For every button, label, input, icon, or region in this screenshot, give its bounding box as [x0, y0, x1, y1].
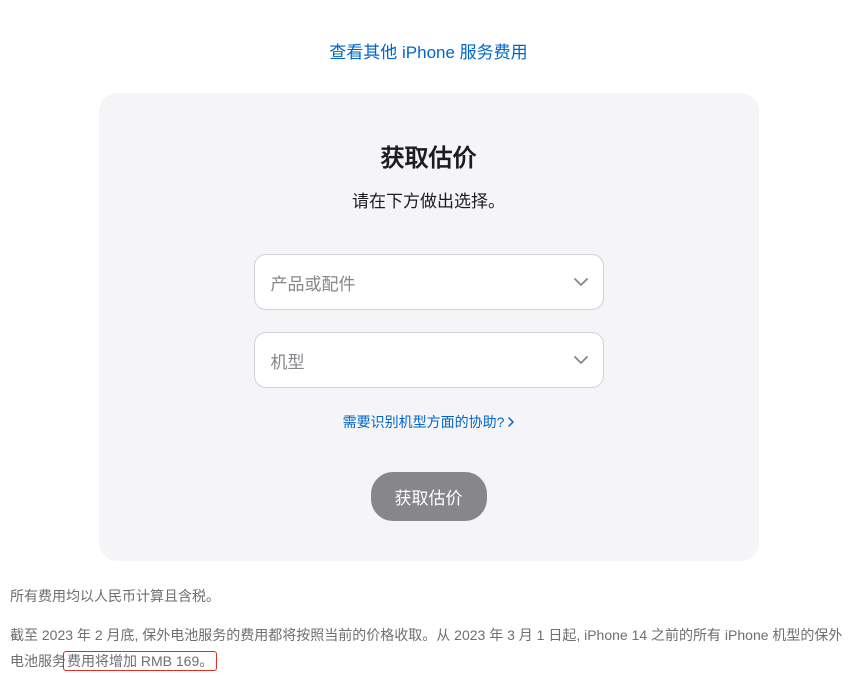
- card-title: 获取估价: [139, 138, 719, 173]
- model-select-placeholder: 机型: [271, 348, 305, 373]
- help-link-text: 需要识别机型方面的协助?: [343, 412, 505, 432]
- product-select[interactable]: 产品或配件: [254, 254, 604, 310]
- get-estimate-button[interactable]: 获取估价: [371, 472, 487, 521]
- chevron-right-icon: [508, 417, 514, 427]
- model-select[interactable]: 机型: [254, 332, 604, 388]
- footer-notes: 所有费用均以人民币计算且含税。 截至 2023 年 2 月底, 保外电池服务的费…: [0, 561, 857, 675]
- identify-model-help-link[interactable]: 需要识别机型方面的协助?: [343, 412, 515, 432]
- footer-para-1: 所有费用均以人民币计算且含税。: [10, 583, 847, 610]
- model-select-wrapper: 机型: [254, 332, 604, 388]
- product-select-wrapper: 产品或配件: [254, 254, 604, 310]
- card-subtitle: 请在下方做出选择。: [139, 187, 719, 212]
- estimate-card: 获取估价 请在下方做出选择。 产品或配件 机型 需要识别机型方面的协助? 获取估…: [99, 93, 759, 561]
- price-increase-highlight: 费用将增加 RMB 169。: [63, 651, 217, 671]
- other-services-link[interactable]: 查看其他 iPhone 服务费用: [329, 43, 527, 62]
- product-select-placeholder: 产品或配件: [271, 270, 356, 295]
- footer-para-2: 截至 2023 年 2 月底, 保外电池服务的费用都将按照当前的价格收取。从 2…: [10, 622, 847, 675]
- top-link-container: 查看其他 iPhone 服务费用: [0, 0, 857, 93]
